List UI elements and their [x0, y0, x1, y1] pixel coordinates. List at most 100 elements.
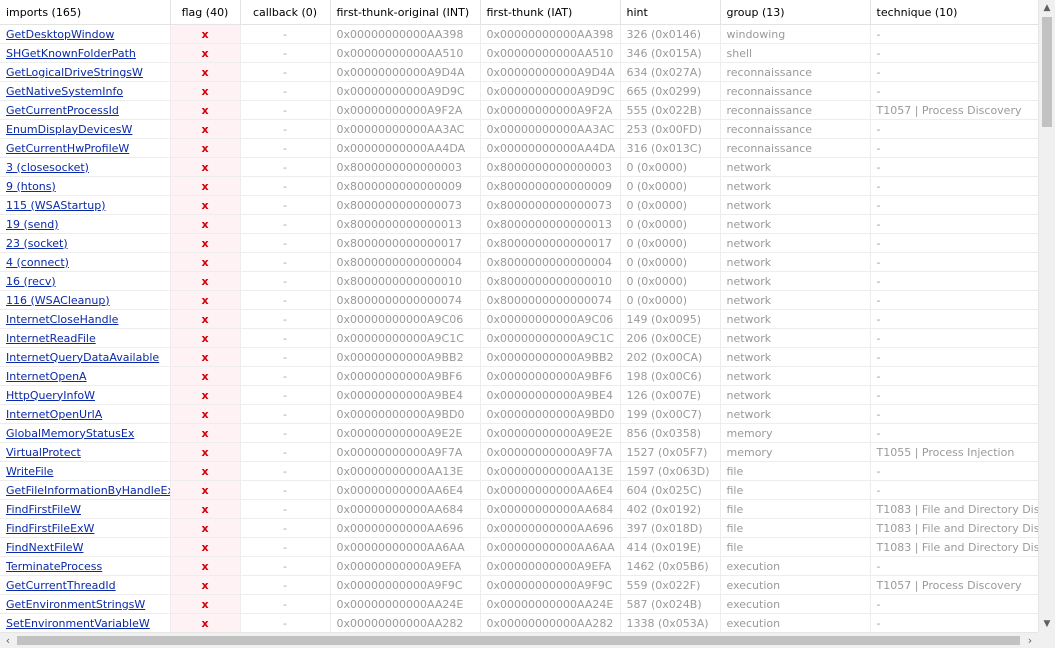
int-cell: 0x8000000000000004	[336, 255, 463, 269]
column-header-group[interactable]: group (13)	[720, 0, 871, 25]
table-row[interactable]: FindFirstFileExW x - 0x00000000000AA696 0x00…	[0, 518, 1038, 538]
import-name-link[interactable]: HttpQueryInfoW	[6, 389, 95, 402]
table-row[interactable]: InternetOpenA x - 0x00000000000A9BF6 0x00000…	[0, 366, 1038, 386]
import-name-link[interactable]: GetNativeSystemInfo	[6, 85, 123, 98]
import-name-link[interactable]: InternetReadFile	[6, 332, 96, 345]
column-header-hint[interactable]: hint	[620, 0, 721, 25]
table-row[interactable]: HttpQueryInfoW x - 0x00000000000A9BE4 0x0000…	[0, 385, 1038, 405]
import-name-link[interactable]: 16 (recv)	[6, 275, 56, 288]
import-name-link[interactable]: EnumDisplayDevicesW	[6, 123, 132, 136]
callback-column-cell: -	[240, 100, 331, 120]
import-name-link[interactable]: VirtualProtect	[6, 446, 81, 459]
import-name-link[interactable]: GlobalMemoryStatusEx	[6, 427, 134, 440]
table-row[interactable]: GetNativeSystemInfo x - 0x00000000000A9D9C 0…	[0, 81, 1038, 101]
table-row[interactable]: InternetReadFile x - 0x00000000000A9C1C 0x00…	[0, 328, 1038, 348]
technique-cell: T1055 | Process Injection	[876, 445, 1015, 459]
table-row[interactable]: InternetCloseHandle x - 0x00000000000A9C06 0…	[0, 309, 1038, 329]
horizontal-scroll-thumb[interactable]	[17, 636, 1020, 645]
table-row[interactable]: 3 (closesocket) x - 0x8000000000000003 0x800…	[0, 157, 1038, 177]
import-name-link[interactable]: WriteFile	[6, 465, 53, 478]
table-row[interactable]: GlobalMemoryStatusEx x - 0x00000000000A9E2E…	[0, 423, 1038, 443]
scroll-right-icon[interactable]: ›	[1022, 633, 1038, 649]
flag-icon: x	[201, 255, 209, 269]
table-row[interactable]: 23 (socket) x - 0x8000000000000017 0x8000000…	[0, 233, 1038, 253]
table-row[interactable]: GetCurrentThreadId x - 0x00000000000A9F9C 0x…	[0, 575, 1038, 595]
table-row[interactable]: 19 (send) x - 0x8000000000000013 0x800000000…	[0, 214, 1038, 234]
iat-column-cell: 0x00000000000AA13E	[480, 461, 621, 481]
technique-column-cell: -	[870, 138, 1038, 158]
import-name-link[interactable]: 9 (htons)	[6, 180, 56, 193]
import-name-link[interactable]: GetCurrentHwProfileW	[6, 142, 129, 155]
import-name-link[interactable]: 3 (closesocket)	[6, 161, 89, 174]
table-row[interactable]: GetLogicalDriveStringsW x - 0x00000000000A9…	[0, 62, 1038, 82]
import-name-link[interactable]: 4 (connect)	[6, 256, 69, 269]
flag-column-cell: x	[170, 252, 241, 272]
name-column-cell: GetDesktopWindow	[0, 24, 171, 44]
column-header-technique[interactable]: technique (10)	[870, 0, 1038, 25]
import-name-link[interactable]: InternetOpenUrlA	[6, 408, 102, 421]
table-row[interactable]: InternetOpenUrlA x - 0x00000000000A9BD0 0x00…	[0, 404, 1038, 424]
import-name-link[interactable]: GetFileInformationByHandleEx	[6, 484, 169, 497]
import-name-link[interactable]: GetEnvironmentStringsW	[6, 598, 145, 611]
table-row[interactable]: 116 (WSACleanup) x - 0x8000000000000074 0x80…	[0, 290, 1038, 310]
column-header-iat[interactable]: first-thunk (IAT)	[480, 0, 621, 25]
table-row[interactable]: GetFileInformationByHandleEx x - 0x00000000…	[0, 480, 1038, 500]
group-cell: network	[726, 369, 772, 383]
column-header-imports[interactable]: imports (165)	[0, 0, 171, 25]
vertical-scrollbar[interactable]: ▲ ▼	[1038, 0, 1055, 632]
hint-column-cell: 1462 (0x05B6)	[620, 556, 721, 576]
import-name-link[interactable]: FindFirstFileExW	[6, 522, 94, 535]
column-header-int[interactable]: first-thunk-original (INT)	[330, 0, 481, 25]
name-column-cell: InternetOpenA	[0, 366, 171, 386]
import-name-link[interactable]: 23 (socket)	[6, 237, 68, 250]
column-header-callback[interactable]: callback (0)	[240, 0, 331, 25]
table-row[interactable]: FindNextFileW x - 0x00000000000AA6AA 0x00000…	[0, 537, 1038, 557]
import-name-link[interactable]: InternetCloseHandle	[6, 313, 118, 326]
table-row[interactable]: WriteFile x - 0x00000000000AA13E 0x000000000…	[0, 461, 1038, 481]
import-name-link[interactable]: FindFirstFileW	[6, 503, 81, 516]
vertical-scroll-thumb[interactable]	[1042, 17, 1052, 127]
import-name-link[interactable]: 19 (send)	[6, 218, 59, 231]
column-header-flag[interactable]: flag (40)	[170, 0, 241, 25]
table-row[interactable]: TerminateProcess x - 0x00000000000A9EFA 0x00…	[0, 556, 1038, 576]
import-name-link[interactable]: InternetOpenA	[6, 370, 87, 383]
horizontal-scrollbar[interactable]: ‹ ›	[0, 632, 1038, 648]
import-name-link[interactable]: GetCurrentThreadId	[6, 579, 116, 592]
import-name-link[interactable]: GetLogicalDriveStringsW	[6, 66, 143, 79]
table-row[interactable]: 9 (htons) x - 0x8000000000000009 0x800000000…	[0, 176, 1038, 196]
table-row[interactable]: 4 (connect) x - 0x8000000000000004 0x8000000…	[0, 252, 1038, 272]
import-name-link[interactable]: SetEnvironmentVariableW	[6, 617, 150, 630]
table-row[interactable]: GetCurrentHwProfileW x - 0x00000000000AA4DA…	[0, 138, 1038, 158]
import-name-link[interactable]: SHGetKnownFolderPath	[6, 47, 136, 60]
int-cell: 0x00000000000A9BF6	[336, 369, 463, 383]
scroll-up-icon[interactable]: ▲	[1039, 0, 1055, 16]
flag-column-cell: x	[170, 157, 241, 177]
table-row[interactable]: FindFirstFileW x - 0x00000000000AA684 0x0000…	[0, 499, 1038, 519]
technique-cell: -	[876, 293, 881, 307]
group-cell: reconnaissance	[726, 65, 813, 79]
table-row[interactable]: SetEnvironmentVariableW x - 0x00000000000AA…	[0, 613, 1038, 632]
import-name-link[interactable]: GetDesktopWindow	[6, 28, 114, 41]
import-name-link[interactable]: FindNextFileW	[6, 541, 83, 554]
callback-column-cell: -	[240, 347, 331, 367]
table-row[interactable]: SHGetKnownFolderPath x - 0x00000000000AA510…	[0, 43, 1038, 63]
group-cell: execution	[726, 559, 781, 573]
callback-column-cell: -	[240, 252, 331, 272]
table-row[interactable]: EnumDisplayDevicesW x - 0x00000000000AA3AC 0…	[0, 119, 1038, 139]
import-name-link[interactable]: GetCurrentProcessId	[6, 104, 119, 117]
table-row[interactable]: GetDesktopWindow x - 0x00000000000AA398 0x00…	[0, 24, 1038, 44]
table-row[interactable]: 115 (WSAStartup) x - 0x8000000000000073 0x80…	[0, 195, 1038, 215]
scroll-left-icon[interactable]: ‹	[0, 633, 16, 649]
table-row[interactable]: GetCurrentProcessId x - 0x00000000000A9F2A 0…	[0, 100, 1038, 120]
scroll-down-icon[interactable]: ▼	[1039, 616, 1055, 632]
table-row[interactable]: GetEnvironmentStringsW x - 0x00000000000AA2…	[0, 594, 1038, 614]
hint-column-cell: 1338 (0x053A)	[620, 613, 721, 632]
import-name-link[interactable]: 116 (WSACleanup)	[6, 294, 110, 307]
import-name-link[interactable]: InternetQueryDataAvailable	[6, 351, 159, 364]
table-row[interactable]: VirtualProtect x - 0x00000000000A9F7A 0x0000…	[0, 442, 1038, 462]
import-name-link[interactable]: TerminateProcess	[6, 560, 102, 573]
import-name-link[interactable]: 115 (WSAStartup)	[6, 199, 106, 212]
table-row[interactable]: 16 (recv) x - 0x8000000000000010 0x800000000…	[0, 271, 1038, 291]
table-row[interactable]: InternetQueryDataAvailable x - 0x0000000000…	[0, 347, 1038, 367]
callback-cell: -	[283, 217, 287, 231]
